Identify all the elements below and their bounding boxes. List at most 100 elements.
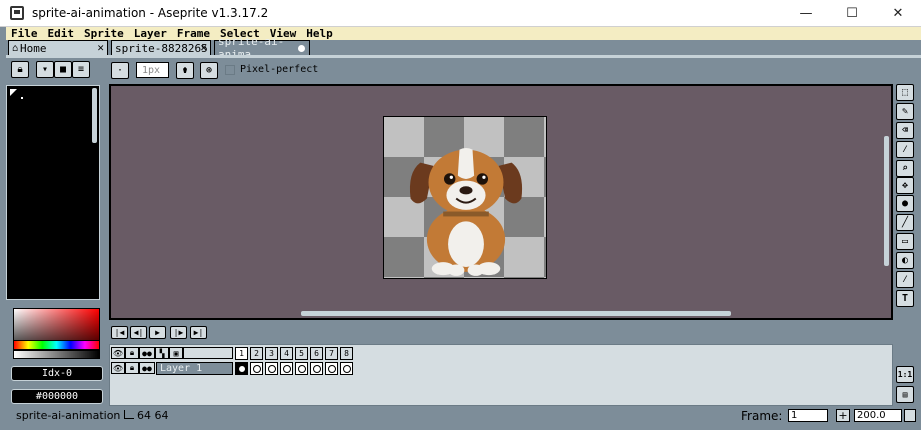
- text-tool-icon[interactable]: T: [896, 290, 914, 307]
- tools-toolbar: ⬚ ✎ ⌫ ⁄ ⌕ ✥ ● ╱ ▭ ◐ ⁄ T: [896, 84, 916, 309]
- lock-header-icon[interactable]: 🔒︎: [125, 347, 139, 359]
- timeline-header-blank: [183, 347, 233, 359]
- play-animation-icon[interactable]: ▶: [149, 326, 166, 339]
- menu-file[interactable]: File: [6, 27, 43, 40]
- timeline-panel: 👁︎ 🔒︎ ●● ▚ ▣ 1 2 3 4 5 6 7 8 👁︎ 🔒︎ ●● La…: [109, 344, 893, 406]
- frame-header-8[interactable]: 8: [340, 347, 353, 360]
- cel-frame-6[interactable]: [310, 362, 323, 375]
- maximize-button[interactable]: ☐: [829, 0, 875, 27]
- last-frame-icon[interactable]: ▶|: [190, 326, 207, 339]
- continuous-header-icon[interactable]: ●●: [139, 347, 155, 359]
- frame-header-1[interactable]: 1: [235, 347, 248, 360]
- frame-header-4[interactable]: 4: [280, 347, 293, 360]
- tab-home-close-icon[interactable]: ✕: [97, 41, 104, 54]
- tab-sprite-ai-animation[interactable]: sprite-ai-anima: [214, 35, 310, 61]
- menu-frame[interactable]: Frame: [172, 27, 215, 40]
- home-icon: ⌂: [12, 42, 19, 54]
- frame-header-7[interactable]: 7: [325, 347, 338, 360]
- tab-sprite-8828265[interactable]: sprite-8828265 ✕: [111, 40, 211, 55]
- unsaved-dot-icon[interactable]: [298, 45, 305, 52]
- cel-frame-8[interactable]: [340, 362, 353, 375]
- contour-tool-icon[interactable]: ◐: [896, 252, 914, 269]
- status-sprite-name: sprite-ai-animation: [16, 409, 121, 422]
- layer-name[interactable]: Layer 1: [156, 362, 233, 375]
- palette-swatch[interactable]: [10, 89, 17, 96]
- fill-tool-icon[interactable]: ●: [896, 195, 914, 212]
- tab-sprite-8828265-label: sprite-8828265: [115, 41, 208, 55]
- palette-dot: [21, 97, 23, 99]
- frame-input[interactable]: 1: [788, 409, 828, 422]
- frame-header-5[interactable]: 5: [295, 347, 308, 360]
- cel-frame-1[interactable]: [235, 362, 248, 375]
- eraser-tool-icon[interactable]: ⌫: [896, 122, 914, 139]
- zoom-dropdown-button[interactable]: [904, 409, 916, 422]
- frame-header-6[interactable]: 6: [310, 347, 323, 360]
- puppy-sprite: [409, 147, 523, 276]
- tab-home[interactable]: ⌂ Home ✕: [8, 40, 108, 55]
- palette-scrollbar[interactable]: [92, 88, 97, 143]
- frame-header-2[interactable]: 2: [250, 347, 263, 360]
- editor-vertical-scrollbar[interactable]: [884, 136, 889, 266]
- palette-options-icon[interactable]: ▾: [36, 61, 54, 78]
- next-frame-icon[interactable]: |▶: [170, 326, 187, 339]
- rectangle-tool-icon[interactable]: ▭: [896, 233, 914, 250]
- sprite-editor[interactable]: [109, 84, 893, 320]
- color-index-field[interactable]: Idx-0: [11, 366, 103, 381]
- color-hex-field[interactable]: #000000: [11, 389, 103, 404]
- zoom-tool-icon[interactable]: ⌕: [896, 160, 914, 177]
- layer-continuous-icon[interactable]: ●●: [139, 362, 155, 374]
- move-tool-icon[interactable]: ✥: [896, 177, 914, 194]
- cel-frame-7[interactable]: [325, 362, 338, 375]
- gray-slider[interactable]: [13, 350, 100, 359]
- frame-label: Frame:: [741, 409, 783, 423]
- brush-type-icon[interactable]: ·: [111, 62, 129, 79]
- menu-bar: File Edit Sprite Layer Frame Select View…: [6, 27, 921, 40]
- tab-home-label: Home: [20, 41, 47, 55]
- cel-frame-2[interactable]: [250, 362, 263, 375]
- editor-horizontal-scrollbar[interactable]: [301, 311, 731, 316]
- previous-frame-icon[interactable]: ◀|: [130, 326, 147, 339]
- tab-sprite-8828265-close-icon[interactable]: ✕: [200, 41, 207, 54]
- zoom-field[interactable]: 200.0: [854, 409, 902, 422]
- eyedropper-tool-icon[interactable]: ⁄: [896, 141, 914, 158]
- menu-layer[interactable]: Layer: [129, 27, 172, 40]
- tabs-bar: ⌂ Home ✕ sprite-8828265 ✕ sprite-ai-anim…: [6, 35, 921, 61]
- status-sprite-size: 64 64: [137, 409, 169, 422]
- tabs-divider: [6, 55, 921, 58]
- pixel-perfect-label: Pixel-perfect: [240, 64, 319, 75]
- palette-view[interactable]: [6, 85, 100, 300]
- cel-frame-3[interactable]: [265, 362, 278, 375]
- blur-tool-icon[interactable]: ⁄: [896, 271, 914, 288]
- lock-palette-icon[interactable]: 🔒︎: [11, 61, 29, 78]
- visibility-header-icon[interactable]: 👁︎: [111, 347, 125, 359]
- layer-lock-icon[interactable]: 🔒︎: [125, 362, 139, 374]
- layer-props-icon[interactable]: ▣: [169, 347, 183, 359]
- onion-skin-icon[interactable]: ▚: [155, 347, 169, 359]
- close-window-button[interactable]: ✕: [875, 0, 921, 27]
- first-frame-icon[interactable]: |◀: [111, 326, 128, 339]
- timeline-ratio-icon[interactable]: 1:1: [896, 366, 914, 383]
- status-bar: sprite-ai-animation 64 64 Frame: 1 + 200…: [6, 407, 921, 430]
- cel-frame-4[interactable]: [280, 362, 293, 375]
- ink-icon[interactable]: ⚱: [176, 62, 194, 79]
- window-titlebar: sprite-ai-animation - Aseprite v1.3.17.2…: [0, 0, 921, 27]
- minimize-button[interactable]: —: [783, 0, 829, 27]
- window-title: sprite-ai-animation - Aseprite v1.3.17.2: [32, 6, 269, 20]
- sprite-canvas[interactable]: [383, 116, 547, 279]
- pencil-tool-icon[interactable]: ✎: [896, 103, 914, 120]
- hue-slider[interactable]: [13, 340, 100, 350]
- marquee-tool-icon[interactable]: ⬚: [896, 84, 914, 101]
- pixel-perfect-checkbox[interactable]: [225, 65, 235, 75]
- cel-frame-5[interactable]: [295, 362, 308, 375]
- brush-size-input[interactable]: 1px: [136, 62, 169, 78]
- layer-visibility-icon[interactable]: 👁︎: [111, 362, 125, 374]
- menu-sprite[interactable]: Sprite: [79, 27, 129, 40]
- palette-menu-icon[interactable]: ≡: [72, 61, 90, 78]
- palette-sort-icon[interactable]: ■: [54, 61, 72, 78]
- line-tool-icon[interactable]: ╱: [896, 214, 914, 231]
- new-frame-button[interactable]: +: [836, 409, 850, 422]
- menu-edit[interactable]: Edit: [43, 27, 80, 40]
- dynamics-icon[interactable]: ⊛: [200, 62, 218, 79]
- timeline-toggle-icon[interactable]: ▤: [896, 386, 914, 403]
- frame-header-3[interactable]: 3: [265, 347, 278, 360]
